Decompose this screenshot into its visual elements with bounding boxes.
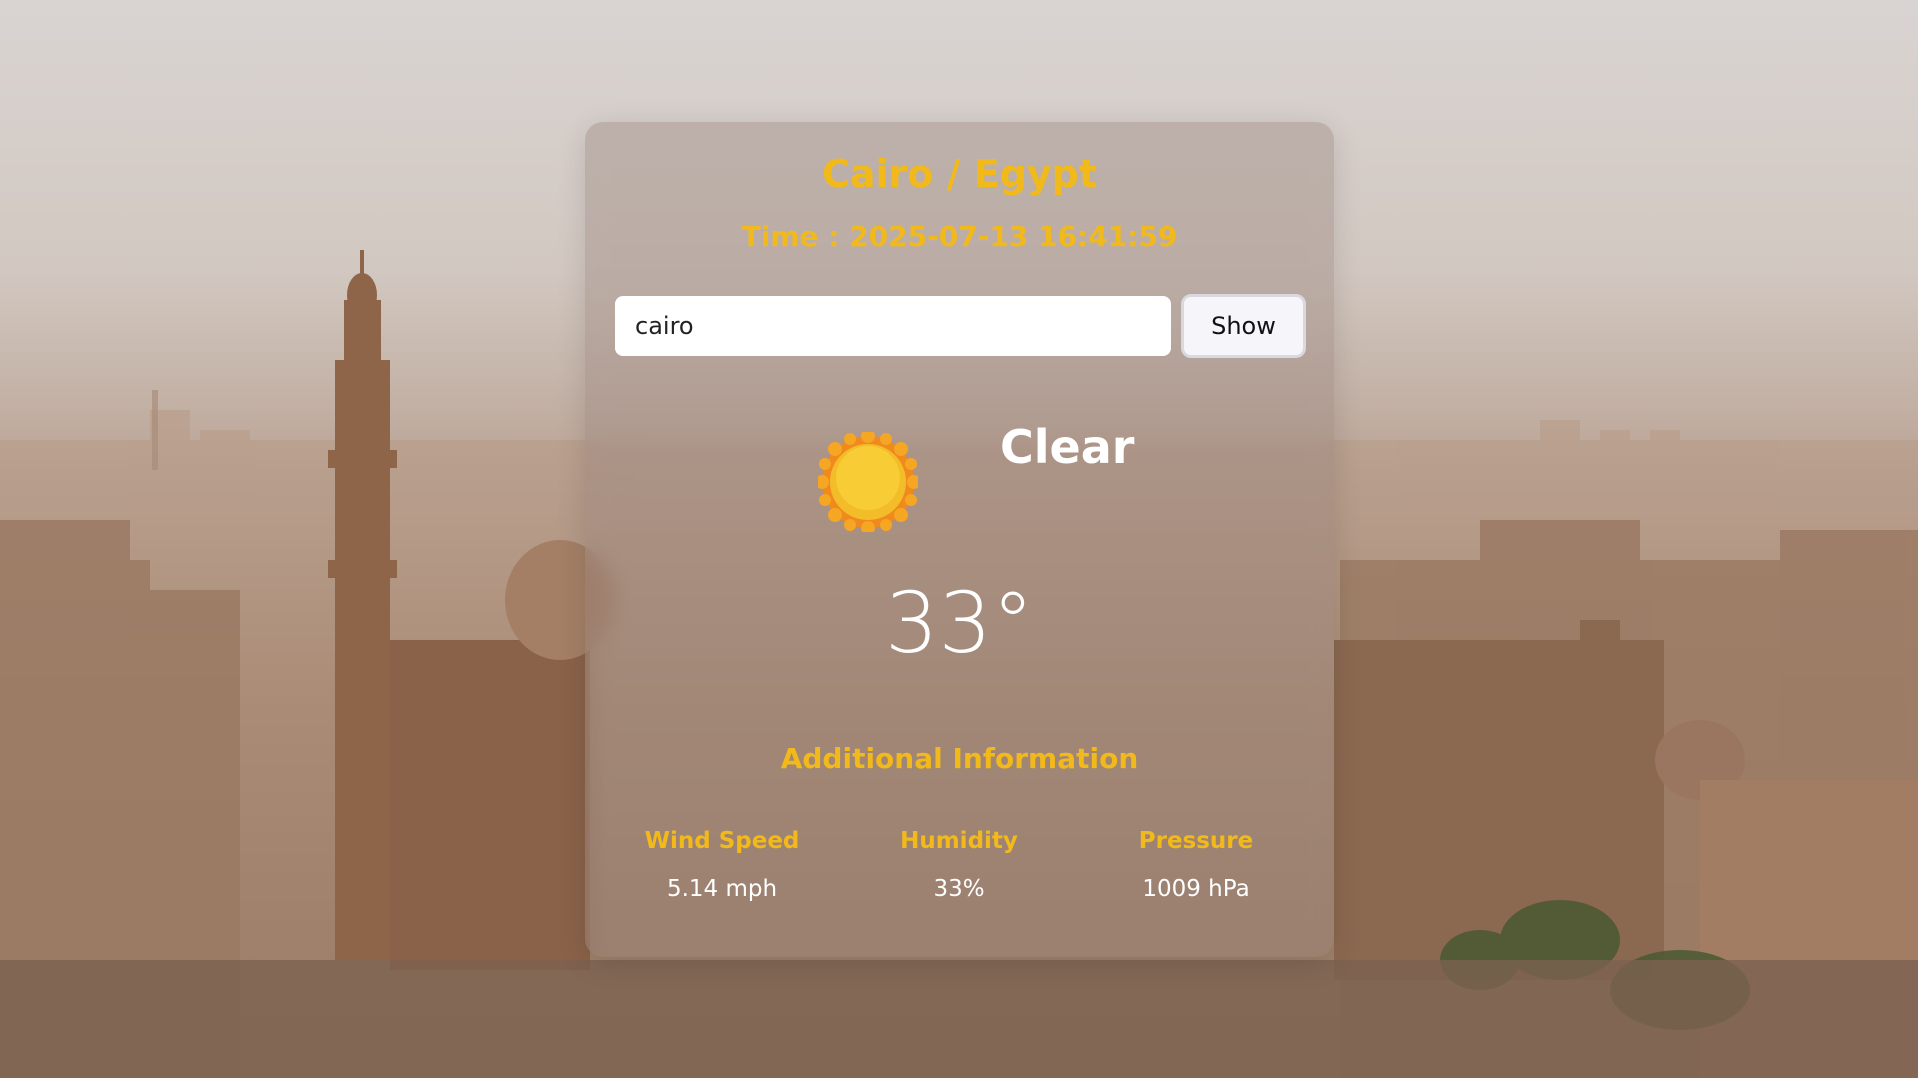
wind-speed-value: 5.14 mph xyxy=(666,876,778,902)
local-time: Time : 2025-07-13 16:41:59 xyxy=(741,220,1178,253)
city-search-input[interactable] xyxy=(615,296,1171,356)
wind-speed-stat: Wind Speed 5.14 mph xyxy=(607,828,837,902)
pressure-label: Pressure xyxy=(1138,828,1254,854)
humidity-label: Humidity xyxy=(900,828,1018,854)
weather-card: Cairo / Egypt Time : 2025-07-13 16:41:59… xyxy=(585,122,1334,957)
location-title: Cairo / Egypt xyxy=(821,152,1098,196)
humidity-stat: Humidity 33% xyxy=(844,828,1074,902)
wind-speed-label: Wind Speed xyxy=(644,828,800,854)
sun-icon xyxy=(815,429,921,535)
temperature: 33° xyxy=(885,574,1034,672)
additional-info-heading: Additional Information xyxy=(780,742,1139,775)
show-button[interactable]: Show xyxy=(1181,294,1306,358)
pressure-value: 1009 hPa xyxy=(1142,876,1250,902)
humidity-value: 33% xyxy=(933,876,985,902)
pressure-stat: Pressure 1009 hPa xyxy=(1081,828,1311,902)
weather-condition: Clear xyxy=(1000,420,1135,474)
